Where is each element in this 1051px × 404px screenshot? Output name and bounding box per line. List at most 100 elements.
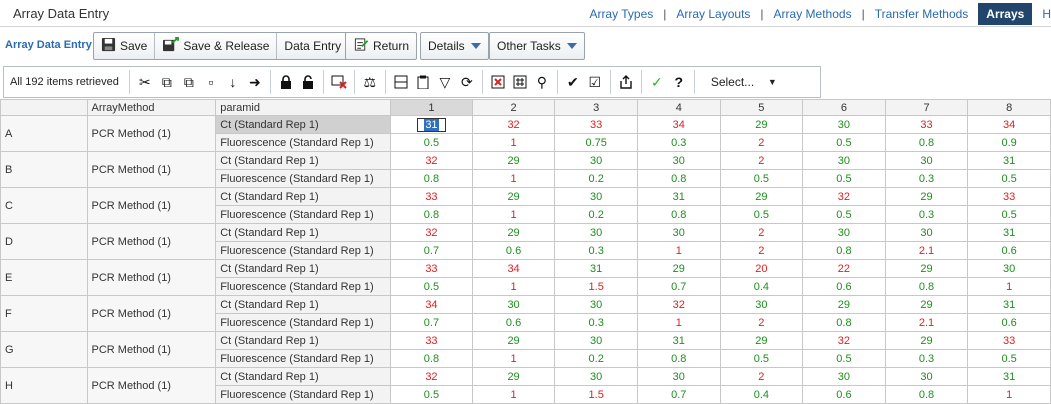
value-cell[interactable]: 0.3 — [636, 133, 721, 152]
value-cell[interactable]: 0.6 — [471, 241, 556, 260]
value-cell[interactable]: 34 — [471, 259, 556, 278]
value-cell[interactable]: 31 — [967, 151, 1051, 170]
value-cell[interactable]: 29 — [719, 331, 804, 350]
value-cell[interactable]: 1 — [471, 385, 556, 404]
value-cell[interactable]: 30 — [554, 367, 638, 386]
value-cell[interactable]: 30 — [802, 151, 886, 170]
value-cell[interactable]: 30 — [719, 295, 804, 314]
value-cell[interactable]: 29 — [719, 187, 804, 206]
export-icon[interactable] — [615, 71, 637, 93]
return-button[interactable]: Return — [346, 33, 416, 59]
value-cell[interactable]: 0.5 — [967, 349, 1051, 368]
value-cell[interactable]: 0.8 — [390, 169, 473, 188]
value-cell[interactable]: 0.2 — [554, 169, 638, 188]
nav-overflow-item[interactable]: H — [1042, 7, 1051, 21]
value-cell[interactable]: 1 — [471, 133, 556, 152]
value-cell[interactable]: 32 — [390, 151, 473, 170]
value-cell[interactable]: 0.8 — [802, 241, 886, 260]
value-cell[interactable]: 1.5 — [554, 277, 638, 296]
value-cell[interactable]: 0.8 — [884, 385, 969, 404]
value-cell[interactable]: 0.8 — [802, 313, 886, 332]
active-value-cell[interactable]: 31 — [390, 115, 473, 134]
value-cell[interactable]: 0.8 — [636, 205, 721, 224]
arrow-down-icon[interactable]: ↓ — [222, 71, 244, 93]
value-cell[interactable]: 0.6 — [802, 385, 886, 404]
value-cell[interactable]: 1 — [967, 385, 1051, 404]
value-cell[interactable]: 30 — [884, 223, 969, 242]
save-release-button[interactable]: Save & Release — [155, 33, 278, 59]
refresh-icon[interactable]: ⟳ — [456, 71, 478, 93]
split-row-icon[interactable] — [390, 71, 412, 93]
value-cell[interactable]: 32 — [802, 331, 886, 350]
value-cell[interactable]: 0.8 — [636, 169, 721, 188]
value-cell[interactable]: 0.8 — [884, 133, 969, 152]
value-cell[interactable]: 30 — [554, 331, 638, 350]
value-cell[interactable]: 30 — [554, 295, 638, 314]
value-cell[interactable]: 31 — [636, 187, 721, 206]
value-cell[interactable]: 0.6 — [471, 313, 556, 332]
value-cell[interactable]: 0.3 — [884, 349, 969, 368]
search-zoom-icon[interactable]: ⚲ — [531, 71, 553, 93]
value-cell[interactable]: 0.5 — [719, 349, 804, 368]
array-method-header[interactable]: ArrayMethod — [86, 99, 217, 116]
value-cell[interactable]: 2 — [719, 223, 804, 242]
value-cell[interactable]: 0.8 — [636, 349, 721, 368]
value-cell[interactable]: 32 — [390, 223, 473, 242]
value-cell[interactable]: 0.2 — [554, 349, 638, 368]
clipboard-icon[interactable] — [412, 71, 434, 93]
value-cell[interactable]: 0.4 — [719, 385, 804, 404]
value-cell[interactable]: 0.5 — [719, 169, 804, 188]
value-cell[interactable]: 0.75 — [554, 133, 638, 152]
checkbox-checked-icon[interactable]: ☑ — [584, 71, 606, 93]
value-cell[interactable]: 2 — [719, 241, 804, 260]
lock-icon[interactable] — [275, 71, 297, 93]
cut-icon[interactable]: ✂ — [134, 71, 156, 93]
value-cell[interactable]: 29 — [471, 331, 556, 350]
value-cell[interactable]: 30 — [636, 151, 721, 170]
value-cell[interactable]: 2.1 — [884, 313, 969, 332]
unlock-icon[interactable] — [297, 71, 319, 93]
value-cell[interactable]: 0.5 — [967, 169, 1051, 188]
value-cell[interactable]: 20 — [719, 259, 804, 278]
value-cell[interactable]: 32 — [471, 115, 556, 134]
value-cell[interactable]: 0.3 — [554, 313, 638, 332]
value-cell[interactable]: 30 — [554, 223, 638, 242]
column-header[interactable]: 5 — [719, 99, 804, 116]
value-cell[interactable]: 29 — [884, 295, 969, 314]
value-cell[interactable]: 0.9 — [967, 133, 1051, 152]
value-cell[interactable]: 0.7 — [636, 277, 721, 296]
column-header[interactable]: 6 — [802, 99, 886, 116]
value-cell[interactable]: 1 — [471, 277, 556, 296]
value-cell[interactable]: 0.5 — [390, 133, 473, 152]
other-tasks-dropdown[interactable]: Other Tasks — [490, 33, 584, 59]
value-cell[interactable]: 31 — [636, 331, 721, 350]
value-cell[interactable]: 2 — [719, 133, 804, 152]
value-cell[interactable]: 1 — [636, 241, 721, 260]
value-cell[interactable]: 0.4 — [719, 277, 804, 296]
paramid-header[interactable]: paramid — [215, 99, 392, 116]
value-cell[interactable]: 0.8 — [390, 349, 473, 368]
value-cell[interactable]: 33 — [390, 187, 473, 206]
value-cell[interactable]: 29 — [471, 223, 556, 242]
value-cell[interactable]: 1 — [636, 313, 721, 332]
value-cell[interactable]: 30 — [636, 367, 721, 386]
value-cell[interactable]: 29 — [471, 367, 556, 386]
scales-icon[interactable]: ⚖ — [359, 71, 381, 93]
column-header[interactable]: 2 — [471, 99, 556, 116]
select-dropdown[interactable]: Select... ▼ — [703, 70, 783, 94]
value-cell[interactable]: 33 — [390, 331, 473, 350]
details-dropdown[interactable]: Details — [421, 33, 488, 59]
value-cell[interactable]: 34 — [967, 115, 1051, 134]
value-cell[interactable]: 0.5 — [802, 169, 886, 188]
value-cell[interactable]: 0.6 — [967, 241, 1051, 260]
value-cell[interactable]: 32 — [802, 187, 886, 206]
value-cell[interactable]: 2 — [719, 367, 804, 386]
value-cell[interactable]: 1 — [471, 349, 556, 368]
value-cell[interactable]: 29 — [884, 259, 969, 278]
value-cell[interactable]: 30 — [554, 187, 638, 206]
value-cell[interactable]: 1.5 — [554, 385, 638, 404]
value-cell[interactable]: 29 — [636, 259, 721, 278]
column-header[interactable]: 7 — [884, 99, 969, 116]
copy-special-icon[interactable]: ⧉ — [178, 71, 200, 93]
value-cell[interactable]: 0.7 — [390, 313, 473, 332]
